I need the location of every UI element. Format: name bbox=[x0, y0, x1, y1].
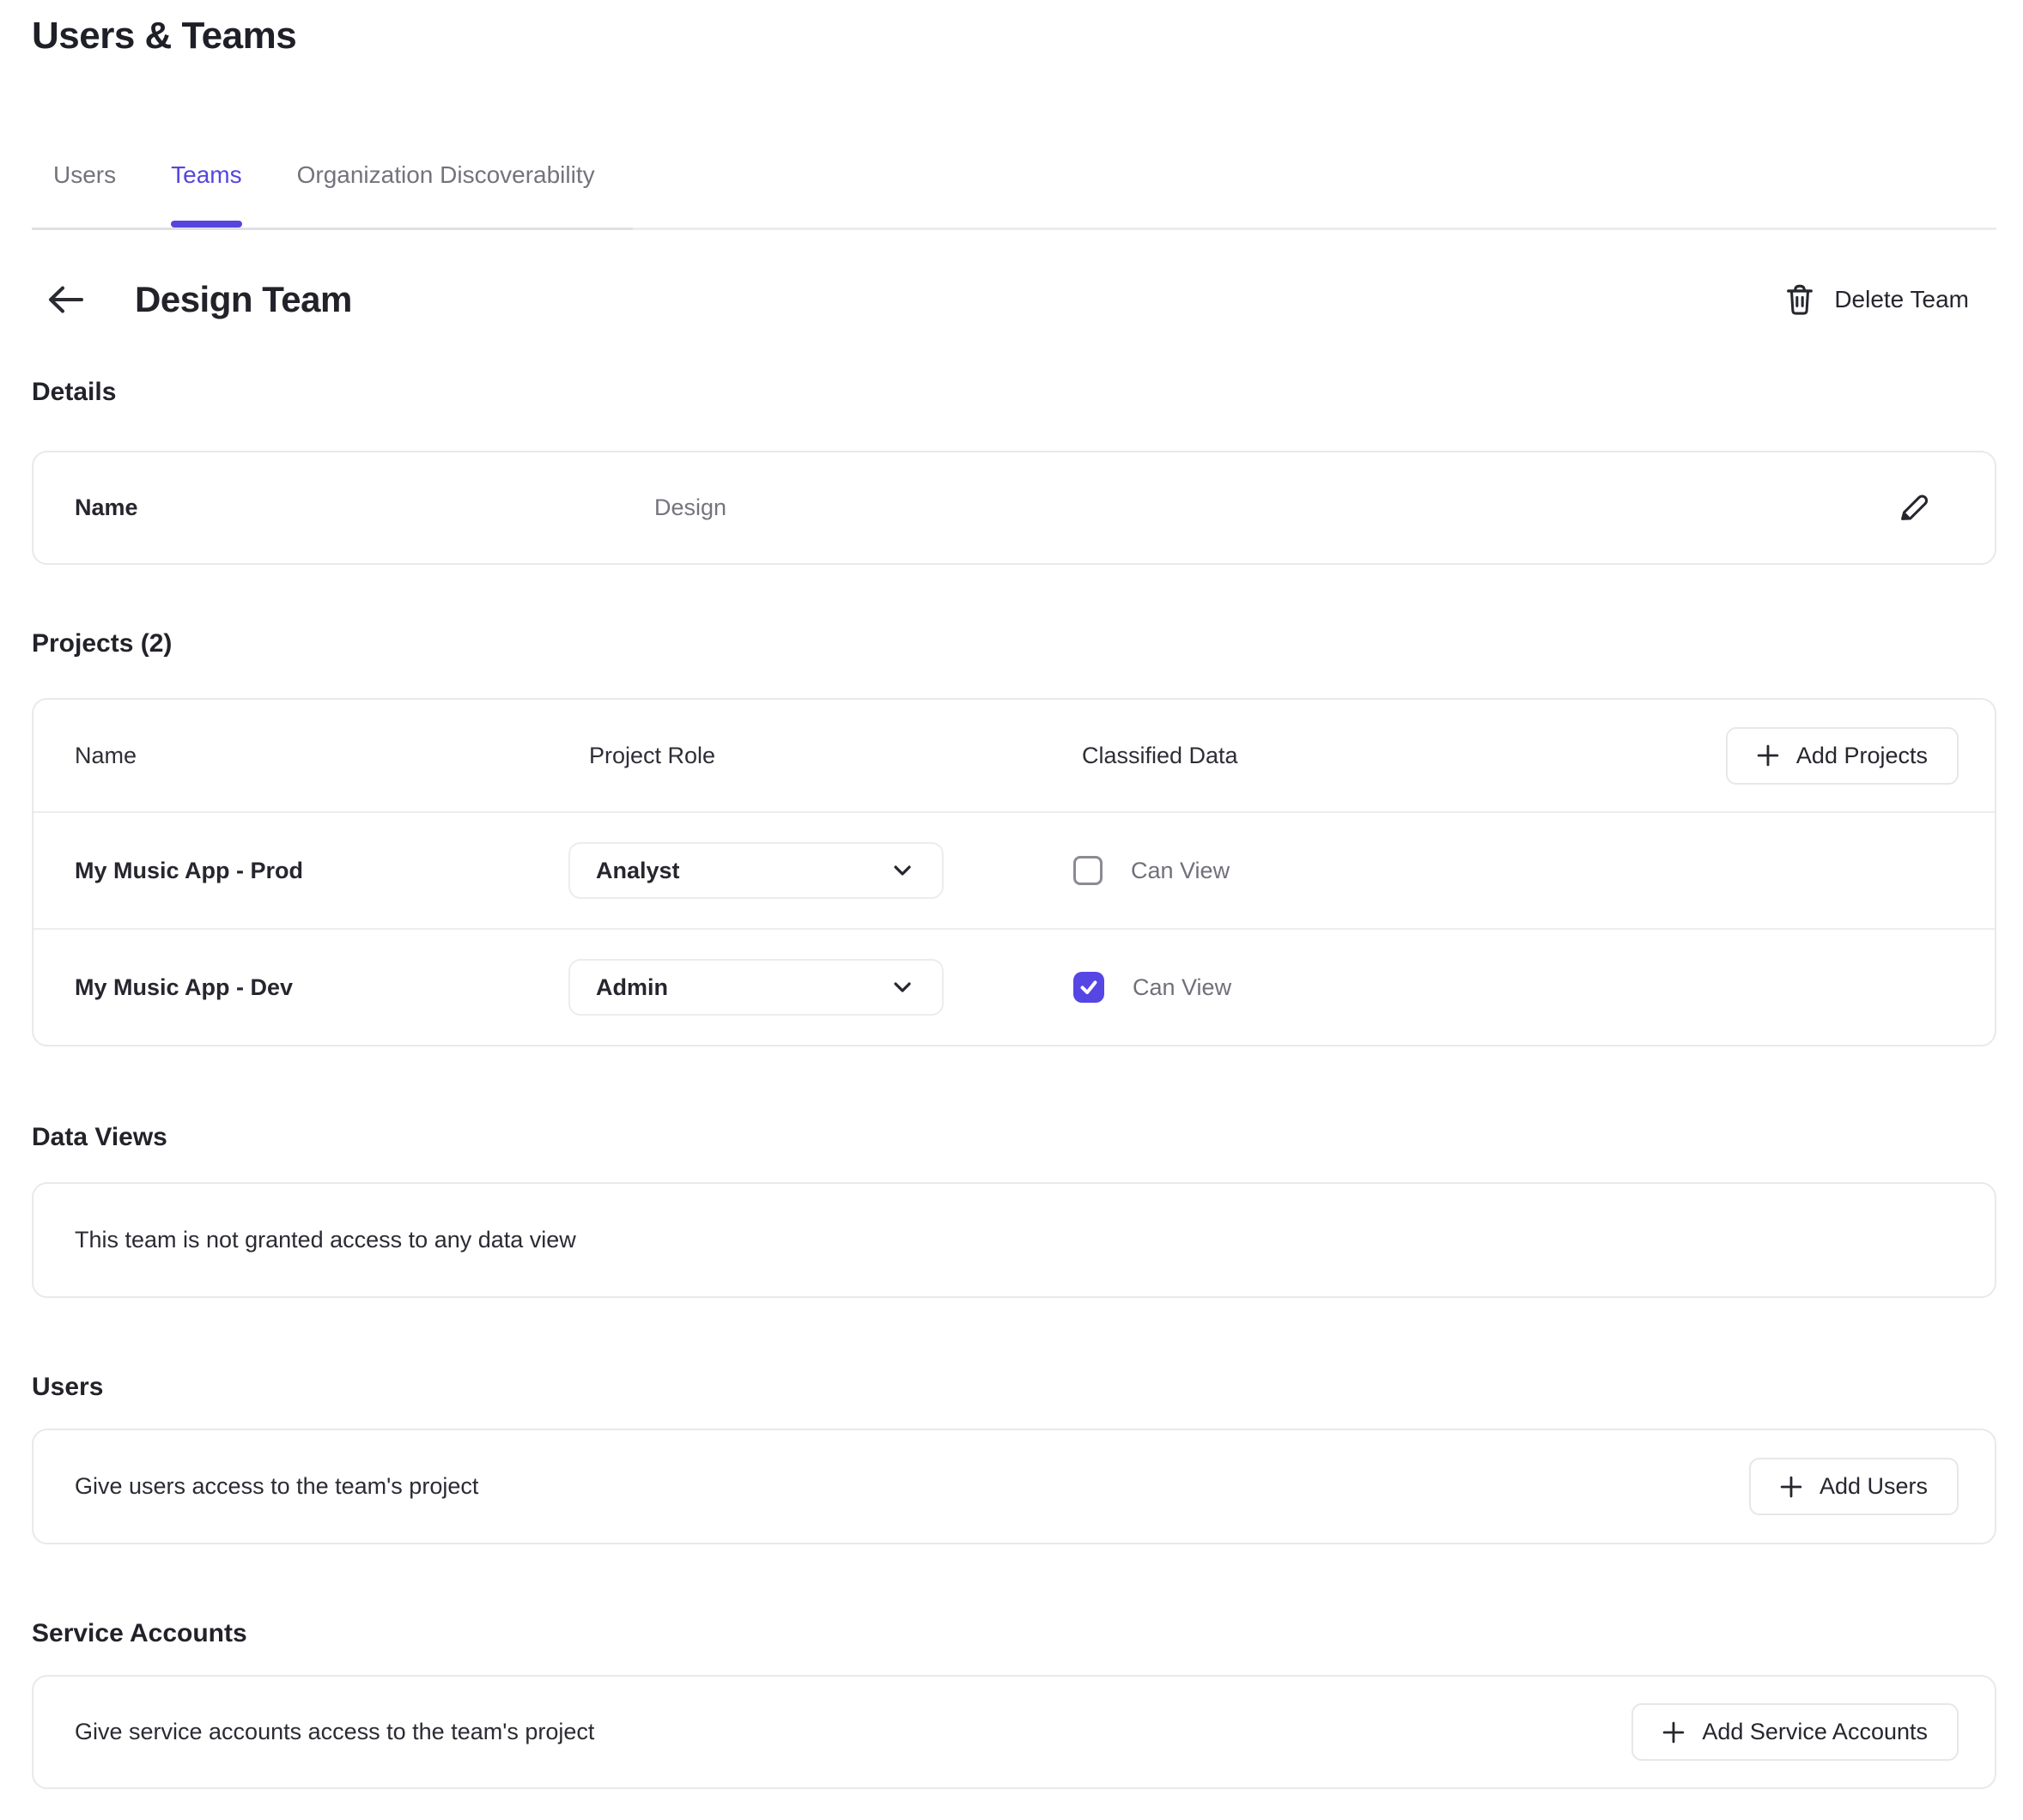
project-role-select[interactable]: Analyst bbox=[568, 842, 944, 899]
can-view-label: Can View bbox=[1131, 858, 1230, 884]
add-projects-button[interactable]: Add Projects bbox=[1726, 727, 1959, 785]
table-row-project-dev: My Music App - Dev Admin Can View bbox=[33, 928, 1995, 1045]
back-button[interactable] bbox=[46, 283, 85, 316]
users-section-heading: Users bbox=[32, 1372, 1996, 1403]
can-view-label: Can View bbox=[1133, 974, 1231, 1001]
page-title: Users & Teams bbox=[32, 0, 1996, 58]
project-role-value: Admin bbox=[596, 974, 668, 1001]
project-name: My Music App - Prod bbox=[75, 858, 568, 884]
tab-organization-discoverability[interactable]: Organization Discoverability bbox=[297, 163, 595, 228]
table-row-project-prod: My Music App - Prod Analyst Can View bbox=[33, 811, 1995, 928]
delete-team-label: Delete Team bbox=[1834, 286, 1969, 313]
details-card: Name Design bbox=[32, 451, 1996, 565]
pencil-icon bbox=[1895, 490, 1931, 526]
data-views-card: This team is not granted access to any d… bbox=[32, 1182, 1996, 1298]
projects-table-header: Name Project Role Classified Data Add Pr… bbox=[33, 700, 1995, 811]
service-accounts-heading: Service Accounts bbox=[32, 1618, 1996, 1649]
project-role-select[interactable]: Admin bbox=[568, 959, 944, 1016]
plus-icon bbox=[1662, 1721, 1685, 1744]
name-label: Name bbox=[75, 494, 654, 521]
service-accounts-description: Give service accounts access to the team… bbox=[75, 1719, 594, 1745]
plus-icon bbox=[1780, 1476, 1802, 1498]
details-heading: Details bbox=[32, 377, 1996, 408]
checkmark-icon bbox=[1078, 978, 1099, 997]
data-views-heading: Data Views bbox=[32, 1122, 1996, 1153]
tab-users[interactable]: Users bbox=[53, 163, 116, 228]
chevron-down-icon bbox=[894, 982, 911, 992]
add-projects-label: Add Projects bbox=[1796, 743, 1928, 769]
can-view-checkbox[interactable] bbox=[1073, 856, 1103, 885]
add-service-accounts-label: Add Service Accounts bbox=[1702, 1719, 1928, 1745]
delete-team-button[interactable]: Delete Team bbox=[1784, 283, 1969, 316]
column-header-name: Name bbox=[75, 743, 568, 769]
project-role-value: Analyst bbox=[596, 858, 680, 884]
projects-heading: Projects (2) bbox=[32, 628, 1996, 659]
trash-icon bbox=[1784, 283, 1815, 316]
add-users-label: Add Users bbox=[1819, 1473, 1928, 1500]
service-accounts-card: Give service accounts access to the team… bbox=[32, 1675, 1996, 1789]
add-users-button[interactable]: Add Users bbox=[1749, 1458, 1959, 1515]
users-card: Give users access to the team's project … bbox=[32, 1429, 1996, 1544]
plus-icon bbox=[1757, 744, 1779, 767]
projects-table: Name Project Role Classified Data Add Pr… bbox=[32, 698, 1996, 1046]
tab-bar: Users Teams Organization Discoverability bbox=[32, 163, 1996, 230]
column-header-classified-data: Classified Data bbox=[1073, 743, 1726, 769]
edit-name-button[interactable] bbox=[1873, 490, 1953, 526]
data-views-empty-text: This team is not granted access to any d… bbox=[75, 1227, 576, 1253]
users-teams-page: Users & Teams Users Teams Organization D… bbox=[0, 0, 2023, 1789]
team-title: Design Team bbox=[135, 279, 352, 320]
arrow-left-icon bbox=[46, 283, 85, 316]
can-view-checkbox[interactable] bbox=[1073, 972, 1104, 1003]
tab-strip-divider bbox=[32, 228, 633, 230]
column-header-project-role: Project Role bbox=[568, 743, 1073, 769]
team-header: Design Team Delete Team bbox=[32, 279, 1996, 320]
tab-teams[interactable]: Teams bbox=[171, 163, 241, 228]
project-name: My Music App - Dev bbox=[75, 974, 568, 1001]
users-description: Give users access to the team's project bbox=[75, 1473, 478, 1500]
add-service-accounts-button[interactable]: Add Service Accounts bbox=[1631, 1703, 1959, 1761]
name-value: Design bbox=[654, 494, 1873, 521]
chevron-down-icon bbox=[894, 865, 911, 876]
